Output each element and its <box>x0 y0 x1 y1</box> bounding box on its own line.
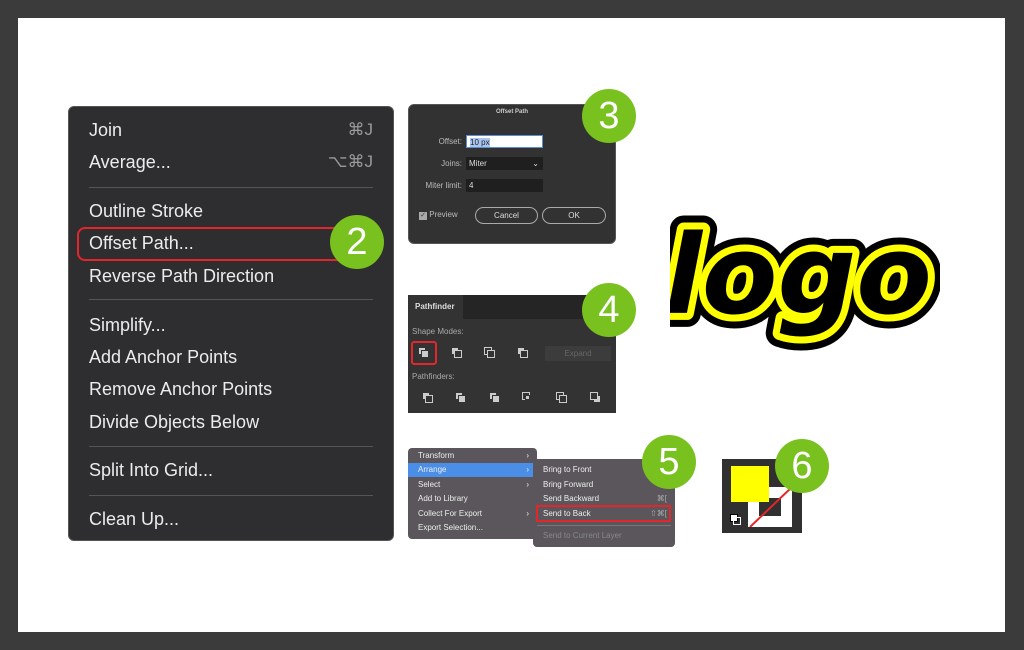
crop-icon[interactable] <box>522 392 534 404</box>
chevron-down-icon: ⌄ <box>532 159 539 168</box>
shortcut: ⌥⌘J <box>327 152 373 171</box>
miter-input[interactable]: 4 <box>466 179 543 192</box>
cancel-button[interactable]: Cancel <box>475 207 538 224</box>
preview-checkbox[interactable]: ✓ Preview <box>419 210 458 220</box>
outline-icon[interactable] <box>556 392 568 404</box>
chevron-right-icon: › <box>526 451 529 460</box>
chevron-right-icon: › <box>526 465 529 474</box>
step-badge-3: 3 <box>582 89 636 143</box>
unite-icon[interactable] <box>418 347 430 359</box>
merge-icon[interactable] <box>489 392 501 404</box>
offset-input[interactable]: 10 px <box>466 135 543 148</box>
menu-item-transform[interactable]: Transform › <box>408 449 537 463</box>
divider <box>89 446 373 447</box>
step-badge-5: 5 <box>642 435 696 489</box>
trim-icon[interactable] <box>455 392 467 404</box>
step-badge-2: 2 <box>330 215 384 269</box>
divide-icon[interactable] <box>422 392 434 404</box>
ok-button[interactable]: OK <box>542 207 606 224</box>
object-path-menu: Join ⌘J Average... ⌥⌘J Outline Stroke Offs… <box>68 106 394 541</box>
menu-item-collect-export[interactable]: Collect For Export › <box>408 507 537 521</box>
context-menu: Transform › Arrange › Select › Add to Libra… <box>408 448 537 539</box>
chevron-right-icon: › <box>526 480 529 489</box>
selection-highlight <box>536 505 671 522</box>
menu-item-join[interactable]: Join ⌘J <box>89 115 373 145</box>
miter-label: Miter limit: <box>425 181 462 190</box>
menu-item-remove-anchor[interactable]: Remove Anchor Points <box>89 374 373 404</box>
menu-item-split-grid[interactable]: Split Into Grid... <box>89 455 373 485</box>
menu-item-outline-stroke[interactable]: Outline Stroke <box>89 196 373 226</box>
pathfinders-label: Pathfinders: <box>412 372 455 381</box>
divider <box>89 299 373 300</box>
logo-artwork: logo logo <box>670 205 940 353</box>
menu-item-select[interactable]: Select › <box>408 478 537 492</box>
svg-text:logo: logo <box>670 211 932 339</box>
offset-label: Offset: <box>438 137 462 146</box>
tab-pathfinder[interactable]: Pathfinder <box>408 295 463 319</box>
intersect-icon[interactable] <box>484 347 496 359</box>
divider <box>89 187 373 188</box>
step-badge-4: 4 <box>582 283 636 337</box>
menu-item-simplify[interactable]: Simplify... <box>89 310 373 340</box>
menu-item-arrange[interactable]: Arrange › <box>408 463 537 477</box>
expand-button[interactable]: Expand <box>545 346 611 361</box>
minus-back-icon[interactable] <box>590 392 602 404</box>
menu-item-divide-below[interactable]: Divide Objects Below <box>89 407 373 437</box>
joins-select[interactable]: Miter ⌄ <box>466 157 543 170</box>
label: Join <box>89 120 123 140</box>
menu-item-average[interactable]: Average... ⌥⌘J <box>89 147 373 177</box>
checkbox-checked-icon: ✓ <box>419 212 427 220</box>
menu-item-export-selection[interactable]: Export Selection... <box>408 521 537 535</box>
exclude-icon[interactable] <box>517 347 529 359</box>
minus-front-icon[interactable] <box>451 347 463 359</box>
menu-item-clean-up[interactable]: Clean Up... <box>89 504 373 534</box>
menu-item-send-current-layer: Send to Current Layer <box>543 531 622 540</box>
menu-item-add-library[interactable]: Add to Library <box>408 492 537 506</box>
joins-label: Joins: <box>441 159 462 168</box>
label: Average... <box>89 152 171 172</box>
chevron-right-icon: › <box>526 509 529 518</box>
step-badge-6: 6 <box>775 439 829 493</box>
shape-modes-label: Shape Modes: <box>412 327 464 336</box>
shortcut: ⌘J <box>347 120 374 139</box>
divider <box>89 495 373 496</box>
divider <box>537 525 671 526</box>
menu-item-reverse-path[interactable]: Reverse Path Direction <box>89 261 373 291</box>
menu-item-send-backward[interactable]: Send Backward ⌘[ <box>533 492 675 506</box>
menu-item-add-anchor[interactable]: Add Anchor Points <box>89 342 373 372</box>
fill-swatch[interactable] <box>731 466 769 502</box>
